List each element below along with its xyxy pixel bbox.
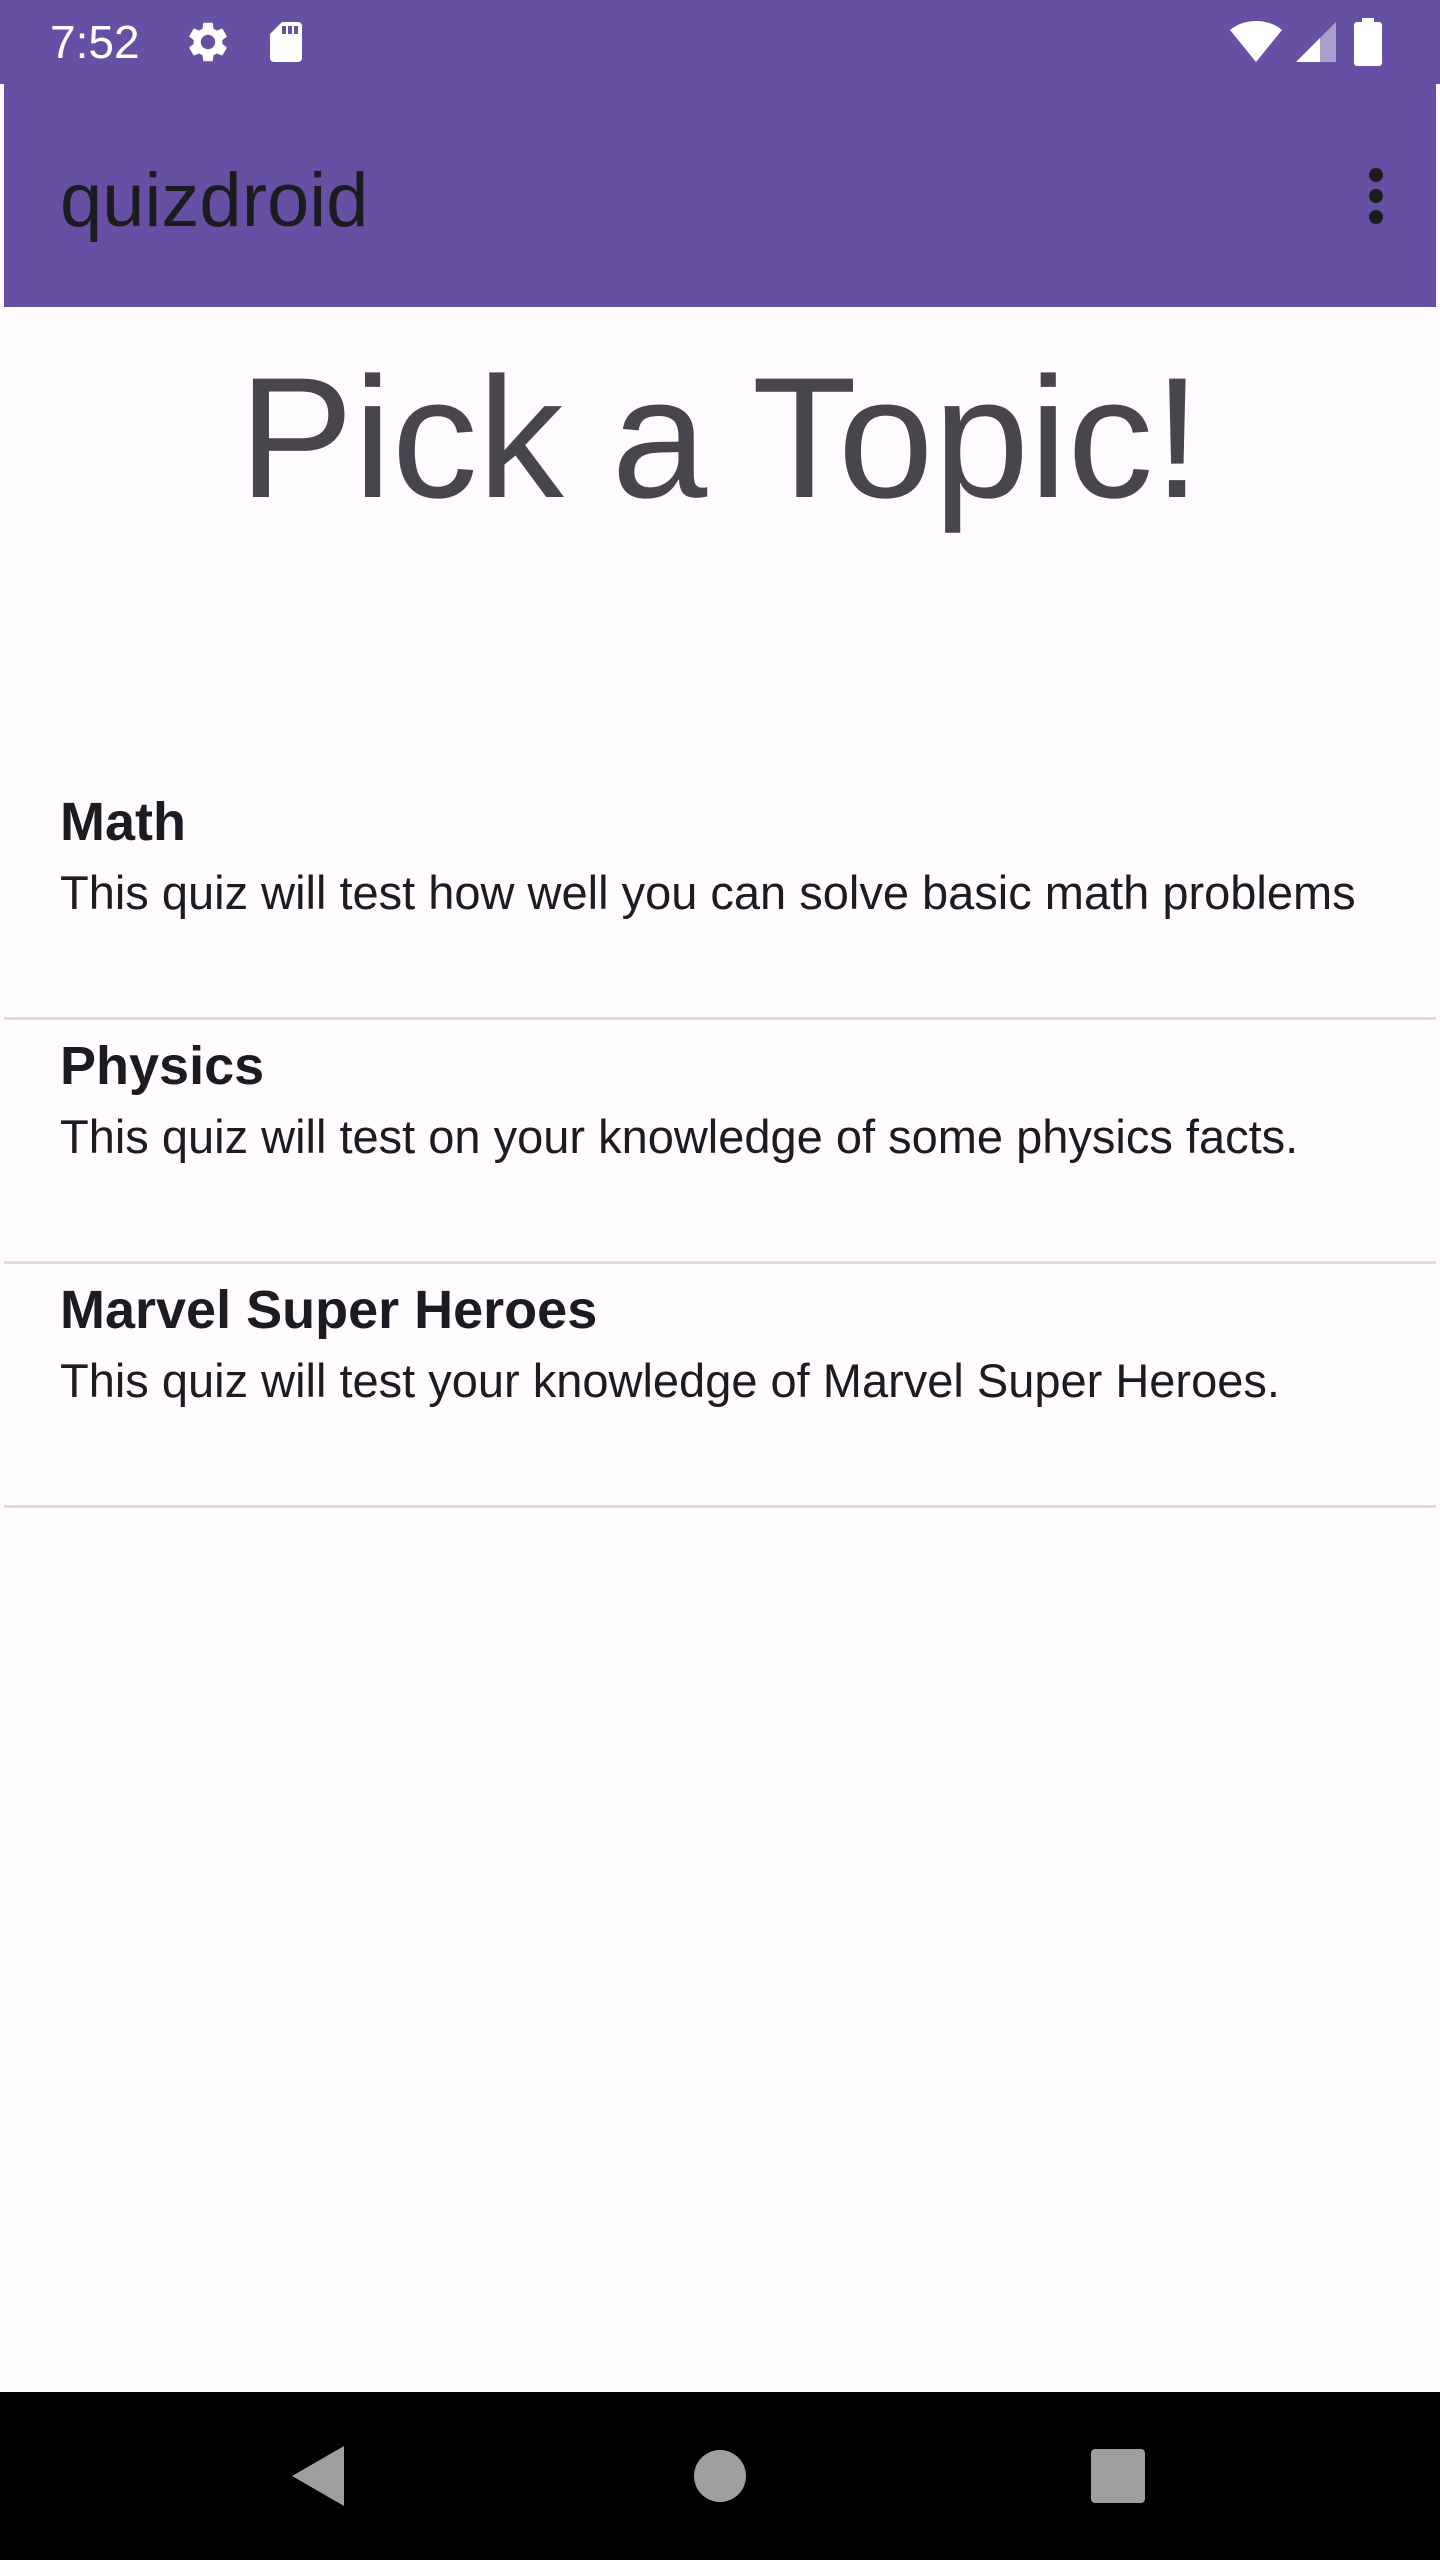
navigation-bar	[0, 2392, 1440, 2560]
topic-title: Math	[60, 792, 186, 852]
back-icon[interactable]	[278, 2436, 358, 2516]
page-title: Pick a Topic!	[238, 342, 1202, 534]
list-item-marvel-super-heroes[interactable]: Marvel Super Heroes This quiz will test …	[4, 1264, 1436, 1508]
list-item-math[interactable]: Math This quiz will test how well you ca…	[4, 776, 1436, 1020]
topic-description: This quiz will test your knowledge of Ma…	[60, 1354, 1280, 1407]
app-title: quizdroid	[60, 158, 369, 243]
list-item-physics[interactable]: Physics This quiz will test on your know…	[4, 1020, 1436, 1264]
status-time: 7:52	[50, 16, 140, 68]
topic-description: This quiz will test how well you can sol…	[60, 866, 1356, 919]
more-vert-icon-dot	[1369, 189, 1383, 203]
more-options-button[interactable]	[1344, 148, 1408, 244]
recents-icon[interactable]	[1078, 2436, 1158, 2516]
more-vert-icon	[1369, 168, 1383, 182]
signal-icon	[1292, 18, 1340, 66]
home-icon[interactable]	[680, 2436, 760, 2516]
wifi-icon	[1228, 18, 1284, 66]
topic-title: Physics	[60, 1036, 265, 1096]
app-bar: quizdroid	[4, 84, 1436, 307]
status-bar: 7:52	[0, 0, 1440, 84]
topic-list: Math This quiz will test how well you ca…	[4, 776, 1436, 1508]
sd-card-icon	[262, 18, 310, 66]
topic-title: Marvel Super Heroes	[60, 1280, 598, 1340]
topic-description: This quiz will test on your knowledge of…	[60, 1110, 1299, 1163]
gear-icon	[184, 18, 232, 66]
more-vert-icon-dot	[1369, 210, 1383, 224]
battery-icon	[1352, 18, 1384, 66]
screen: 7:52 quizdroid Pick a Topic! Math This q…	[0, 0, 1440, 2560]
